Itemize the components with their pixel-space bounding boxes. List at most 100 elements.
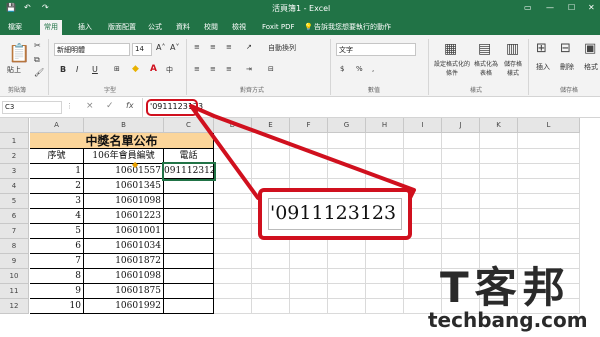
border-icon[interactable]: ⊞ — [114, 65, 120, 73]
column-header[interactable]: A — [30, 118, 84, 133]
empty-cell[interactable] — [214, 284, 252, 299]
align-top-icon[interactable]: ≡ — [194, 43, 200, 51]
row-header[interactable]: 6 — [0, 209, 29, 224]
empty-cell[interactable] — [366, 299, 404, 314]
format-button[interactable]: 格式 — [584, 62, 598, 72]
empty-cell[interactable] — [290, 254, 328, 269]
table-cell[interactable] — [164, 239, 214, 254]
insert-button[interactable]: 插入 — [536, 62, 550, 72]
empty-cell[interactable] — [442, 194, 480, 209]
empty-cell[interactable] — [404, 149, 442, 164]
italic-button[interactable]: I — [76, 65, 78, 74]
column-header[interactable]: D — [214, 118, 252, 133]
empty-cell[interactable] — [366, 133, 404, 149]
empty-cell[interactable] — [290, 299, 328, 314]
tab-insert[interactable]: 插入 — [78, 22, 92, 33]
empty-cell[interactable] — [328, 254, 366, 269]
column-header[interactable]: B — [84, 118, 164, 133]
format-cells-icon[interactable]: ▣ — [584, 41, 596, 56]
empty-cell[interactable] — [442, 133, 480, 149]
empty-cell[interactable] — [442, 209, 480, 224]
table-cell[interactable]: 10601557 — [84, 164, 164, 179]
tab-home[interactable]: 常用 — [40, 20, 62, 35]
row-header[interactable]: 1 — [0, 133, 29, 149]
wrap-text-button[interactable]: 自動換列 — [268, 43, 296, 53]
empty-cell[interactable] — [404, 133, 442, 149]
tab-foxit-pdf[interactable]: Foxit PDF — [262, 22, 295, 33]
format-table-icon[interactable]: ▤ — [478, 41, 491, 57]
grow-font-icon[interactable]: A˄ — [156, 43, 165, 52]
shrink-font-icon[interactable]: A˅ — [170, 43, 179, 52]
empty-cell[interactable] — [214, 149, 252, 164]
comma-icon[interactable]: , — [372, 65, 374, 73]
column-header[interactable]: F — [290, 118, 328, 133]
font-color-icon[interactable]: A — [150, 64, 157, 74]
close-icon[interactable]: ✕ — [588, 3, 595, 12]
empty-cell[interactable] — [252, 133, 290, 149]
restore-icon[interactable]: ▭ — [524, 3, 532, 12]
row-header[interactable]: 9 — [0, 254, 29, 269]
empty-cell[interactable] — [366, 149, 404, 164]
table-cell[interactable]: 10601872 — [84, 254, 164, 269]
empty-cell[interactable] — [214, 299, 252, 314]
save-icon[interactable]: 💾 — [6, 3, 16, 12]
delete-button[interactable]: 刪除 — [560, 62, 574, 72]
empty-cell[interactable] — [214, 269, 252, 284]
empty-cell[interactable] — [366, 269, 404, 284]
table-cell[interactable]: 7 — [30, 254, 84, 269]
empty-cell[interactable] — [442, 179, 480, 194]
table-header-cell[interactable]: 106年會員編號 — [84, 149, 164, 164]
table-cell[interactable]: 9 — [30, 284, 84, 299]
row-header[interactable]: 12 — [0, 299, 29, 314]
table-cell[interactable]: 10601223 — [84, 209, 164, 224]
empty-cell[interactable] — [366, 239, 404, 254]
empty-cell[interactable] — [518, 133, 580, 149]
minimize-icon[interactable]: — — [546, 3, 554, 12]
cell-styles-icon[interactable]: ▥ — [506, 41, 519, 57]
table-cell[interactable] — [164, 179, 214, 194]
cancel-icon[interactable]: × — [86, 101, 94, 111]
empty-cell[interactable] — [366, 284, 404, 299]
empty-cell[interactable] — [328, 149, 366, 164]
empty-cell[interactable] — [518, 149, 580, 164]
tab-review[interactable]: 校閱 — [204, 22, 218, 33]
fill-color-icon[interactable]: ◆ — [132, 64, 139, 74]
tab-view[interactable]: 檢視 — [232, 22, 246, 33]
empty-cell[interactable] — [328, 284, 366, 299]
table-cell[interactable]: 10601098 — [84, 269, 164, 284]
empty-cell[interactable] — [214, 179, 252, 194]
indent-icon[interactable]: ⇥ — [246, 65, 252, 73]
insert-function-icon[interactable]: fx — [126, 101, 134, 110]
table-cell[interactable] — [164, 194, 214, 209]
empty-cell[interactable] — [328, 299, 366, 314]
font-size-box[interactable]: 14 — [132, 43, 152, 56]
empty-cell[interactable] — [518, 164, 580, 179]
percent-icon[interactable]: % — [356, 65, 363, 73]
empty-cell[interactable] — [214, 164, 252, 179]
table-cell[interactable]: 10 — [30, 299, 84, 314]
row-header[interactable]: 10 — [0, 269, 29, 284]
cell-styles-button[interactable]: 儲存格樣式 — [502, 59, 524, 77]
column-header[interactable]: K — [480, 118, 518, 133]
table-cell[interactable]: 10601098 — [84, 194, 164, 209]
row-header[interactable]: 4 — [0, 179, 29, 194]
empty-cell[interactable] — [366, 164, 404, 179]
select-all-corner[interactable] — [0, 118, 29, 133]
empty-cell[interactable] — [214, 239, 252, 254]
table-cell[interactable]: 5 — [30, 224, 84, 239]
empty-cell[interactable] — [214, 224, 252, 239]
empty-cell[interactable] — [480, 209, 518, 224]
table-cell[interactable]: 1 — [30, 164, 84, 179]
align-middle-icon[interactable]: ≡ — [210, 43, 216, 51]
delete-cells-icon[interactable]: ⊟ — [560, 41, 571, 56]
column-header[interactable]: L — [518, 118, 580, 133]
insert-cells-icon[interactable]: ⊞ — [536, 41, 547, 56]
selected-cell[interactable]: 0911123123 — [162, 162, 216, 181]
empty-cell[interactable] — [518, 194, 580, 209]
empty-cell[interactable] — [328, 239, 366, 254]
phonetic-icon[interactable]: 中 — [166, 65, 173, 75]
empty-cell[interactable] — [252, 254, 290, 269]
table-title[interactable]: 中獎名單公布 — [30, 133, 214, 149]
align-left-icon[interactable]: ≡ — [194, 65, 200, 73]
merge-center-button[interactable]: ⊟ — [268, 65, 274, 73]
